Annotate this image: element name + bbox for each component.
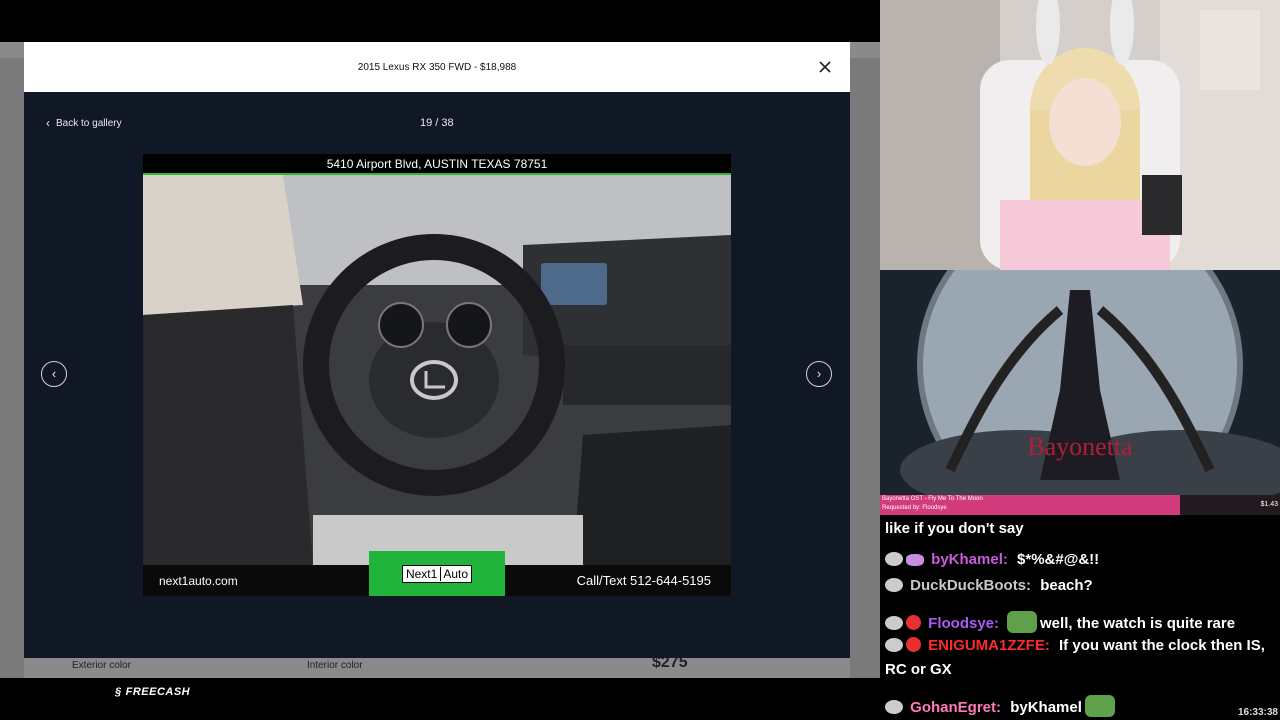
screen: Exterior color Interior color $275 2015 …	[0, 0, 1280, 720]
modal-title: 2015 Lexus RX 350 FWD - $18,988	[357, 61, 517, 73]
frog-emote-icon	[1084, 695, 1115, 717]
interior-color-label: Interior color	[307, 660, 363, 671]
chat-message-text: well, the watch is quite rare	[1040, 615, 1236, 632]
game-art-panel: Bayonetta	[880, 270, 1280, 495]
car-interior-image	[143, 175, 731, 565]
chat-message: byKhamel: $*%&#@&!!	[885, 551, 1099, 568]
chat-message: ENIGUMA1ZZFE: If you want the clock then…	[885, 637, 1265, 654]
bayonetta-artwork: Bayonetta	[880, 270, 1280, 495]
close-button[interactable]	[814, 56, 836, 78]
song-title: Bayonetta OST - Fly Me To The Moon	[882, 496, 983, 502]
background-specs-row: Exterior color Interior color $275	[24, 654, 850, 678]
chat-username[interactable]: ENIGUMA1ZZFE:	[928, 637, 1050, 654]
chat-message-text: byKhamel	[1010, 699, 1082, 716]
car-photo: 5410 Airport Blvd, AUSTIN TEXAS 78751 ne…	[143, 154, 731, 596]
streamer-illustration	[880, 0, 1280, 270]
chat-message: GohanEgret: byKhamel	[885, 695, 1118, 717]
browser-area: Exterior color Interior color $275 2015 …	[0, 0, 880, 720]
viewer-badge-icon	[885, 616, 903, 630]
freecash-logo: § FREECASH	[115, 686, 190, 698]
viewer-badge-icon	[885, 578, 903, 592]
chat-panel: like if you don't say byKhamel: $*%&#@&!…	[880, 515, 1280, 720]
chat-username[interactable]: Floodsye:	[928, 615, 999, 632]
dealer-website: next1auto.com	[159, 574, 238, 588]
viewer-badge-icon	[885, 700, 903, 714]
close-icon	[819, 61, 831, 73]
dealer-logo: Next 1 Auto	[369, 551, 505, 596]
back-to-gallery-label: Back to gallery	[56, 117, 122, 129]
umbrella-badge-icon	[906, 637, 921, 652]
webcam-feed	[880, 0, 1280, 270]
logo-text-1: 1	[430, 566, 438, 581]
top-black-bar	[0, 0, 880, 42]
chat-username[interactable]: byKhamel:	[931, 551, 1008, 568]
chat-message-text: If you want the clock then IS,	[1059, 637, 1265, 654]
viewer-badge-icon	[885, 552, 903, 566]
sub-badge-icon	[906, 554, 924, 566]
chat-message-text: like if you don't say	[885, 520, 1024, 537]
umbrella-badge-icon	[906, 615, 921, 630]
photo-gallery-modal: 2015 Lexus RX 350 FWD - $18,988 ‹ Back t…	[24, 42, 850, 658]
modal-header: 2015 Lexus RX 350 FWD - $18,988	[24, 42, 850, 92]
song-requester: Requested by: Floodsye	[882, 505, 947, 511]
freecash-icon: §	[115, 686, 122, 698]
dealer-address-bar: 5410 Airport Blvd, AUSTIN TEXAS 78751	[143, 154, 731, 175]
previous-photo-button[interactable]: ‹	[41, 361, 67, 387]
chat-message: RC or GX	[885, 661, 952, 678]
stream-clock: 16:33:38	[1237, 707, 1278, 718]
next-photo-button[interactable]: ›	[806, 361, 832, 387]
song-request-bar: Bayonetta OST - Fly Me To The Moon Reque…	[880, 495, 1280, 515]
back-to-gallery-link[interactable]: ‹ Back to gallery	[46, 116, 122, 130]
song-price: $1.43	[1260, 501, 1278, 508]
chevron-right-icon: ›	[816, 366, 822, 381]
game-logo-text: Bayonetta	[1027, 432, 1133, 461]
chevron-left-icon: ‹	[51, 366, 57, 381]
chat-message-text: $*%&#@&!!	[1017, 551, 1100, 568]
dealer-phone: Call/Text 512-644-5195	[576, 573, 711, 588]
chevron-left-icon: ‹	[46, 116, 50, 130]
chat-message-text: RC or GX	[885, 661, 952, 678]
chat-message-text: beach?	[1040, 577, 1093, 594]
chat-message: DuckDuckBoots: beach?	[885, 577, 1093, 594]
steering-wheel-illustration	[143, 175, 731, 565]
chat-message: like if you don't say	[885, 520, 1024, 537]
dealer-address: 5410 Airport Blvd, AUSTIN TEXAS 78751	[326, 156, 548, 171]
logo-wordmark: Next 1 Auto	[401, 564, 473, 583]
photo-counter: 19 / 38	[420, 117, 454, 129]
freecash-label: FREECASH	[125, 686, 191, 698]
exterior-color-label: Exterior color	[72, 660, 131, 671]
viewer-badge-icon	[885, 638, 903, 652]
chat-username[interactable]: GohanEgret:	[910, 699, 1001, 716]
chat-message: Floodsye: well, the watch is quite rare	[885, 611, 1235, 633]
logo-text-next: Next	[405, 566, 431, 581]
logo-text-auto: Auto	[440, 566, 469, 581]
frog-emote-icon	[1007, 611, 1038, 633]
dealer-footer-bar: next1auto.com Next 1 Auto Call/Text 512-64…	[143, 551, 731, 596]
chat-username[interactable]: DuckDuckBoots:	[910, 577, 1031, 594]
